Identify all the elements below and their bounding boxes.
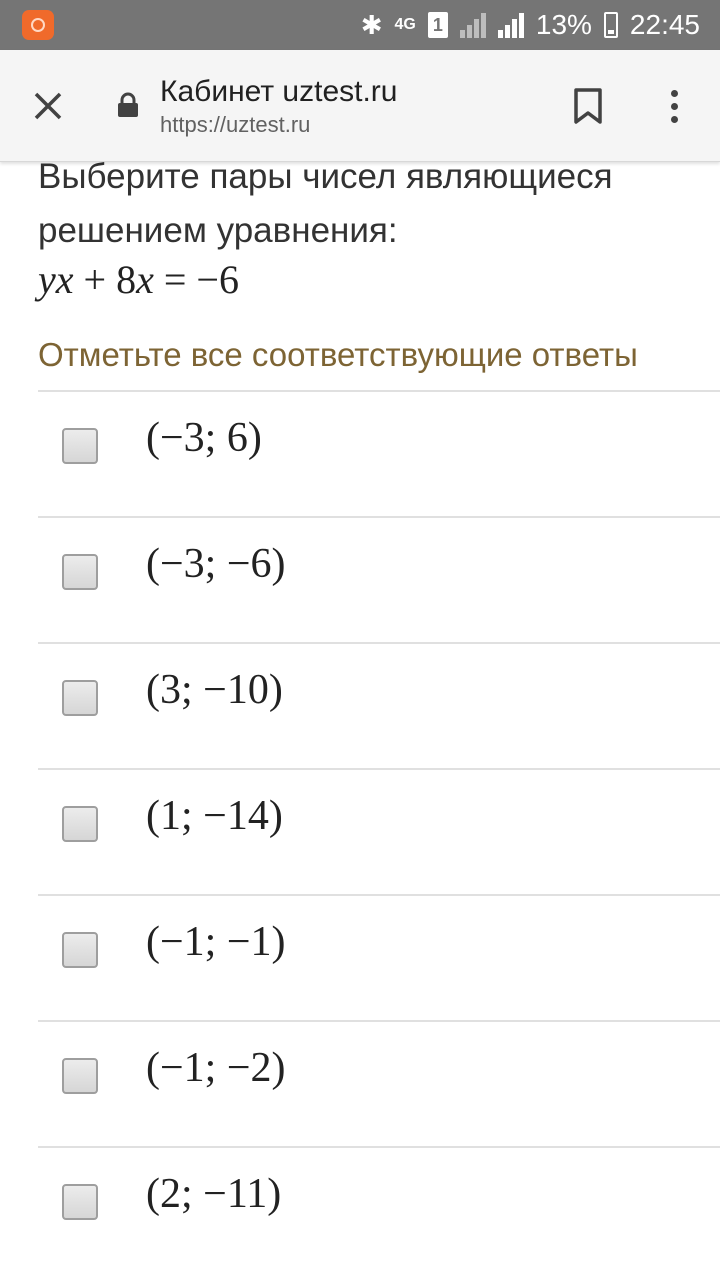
answer-option[interactable]: (−3; 6) xyxy=(38,390,720,516)
checkbox[interactable] xyxy=(62,1184,98,1220)
checkbox[interactable] xyxy=(62,680,98,716)
menu-dot-icon xyxy=(670,89,678,97)
bluetooth-icon: ✱ xyxy=(360,9,383,40)
signal-icon-sim1 xyxy=(459,12,486,38)
battery-icon xyxy=(603,12,618,38)
option-label: (2; −11) xyxy=(146,1171,282,1217)
checkbox[interactable] xyxy=(62,554,98,590)
close-icon xyxy=(34,92,62,120)
browser-toolbar: Кабинет uztest.ru https://uztest.ru xyxy=(0,50,720,162)
checkbox[interactable] xyxy=(62,932,98,968)
battery-percent: 13% xyxy=(535,9,592,40)
page-title: Кабинет uztest.ru xyxy=(160,75,398,108)
bookmark-button[interactable] xyxy=(568,78,608,134)
option-label: (1; −14) xyxy=(146,793,283,839)
sim-icon: 1 xyxy=(427,12,448,38)
title-block[interactable]: Кабинет uztest.ru https://uztest.ru xyxy=(160,74,397,140)
option-label: (3; −10) xyxy=(146,667,283,713)
answer-options: (−3; 6) (−3; −6) (3; −10) (1; −14) (−1; … xyxy=(38,390,720,1272)
overflow-menu-button[interactable] xyxy=(654,78,694,134)
answer-option[interactable]: (−1; −1) xyxy=(38,894,720,1020)
option-label: (−3; −6) xyxy=(146,541,286,587)
menu-dot-icon xyxy=(670,115,678,123)
signal-icon-sim2 xyxy=(497,12,524,38)
bookmark-icon xyxy=(574,88,602,124)
page-content: Выберите пары чисел являющиеся решением … xyxy=(0,140,720,1280)
app-notification-icon xyxy=(22,10,54,40)
checkbox[interactable] xyxy=(62,1058,98,1094)
close-button[interactable] xyxy=(20,78,76,134)
menu-dot-icon xyxy=(670,102,678,110)
network-type: 4G xyxy=(394,16,416,33)
clock: 22:45 xyxy=(629,9,700,40)
answer-option[interactable]: (1; −14) xyxy=(38,768,720,894)
checkbox[interactable] xyxy=(62,806,98,842)
answer-option[interactable]: (−3; −6) xyxy=(38,516,720,642)
status-icons: ✱ 4G 1 13% 22:45 xyxy=(361,0,700,50)
answer-option[interactable]: (2; −11) xyxy=(38,1146,720,1272)
checkbox[interactable] xyxy=(62,428,98,464)
answer-option[interactable]: (3; −10) xyxy=(38,642,720,768)
lock-icon xyxy=(118,92,138,117)
instruction-text: Отметьте все соответствующие ответы xyxy=(38,336,638,373)
option-label: (−1; −1) xyxy=(146,919,286,965)
equation: yx + 8x = −6 xyxy=(38,257,239,302)
option-label: (−3; 6) xyxy=(146,415,262,461)
answer-option[interactable]: (−1; −2) xyxy=(38,1020,720,1146)
option-label: (−1; −2) xyxy=(146,1045,286,1091)
question-text: Выберите пары чисел являющиеся решением … xyxy=(38,157,613,250)
page-url: https://uztest.ru xyxy=(160,112,311,137)
status-bar: ✱ 4G 1 13% 22:45 xyxy=(0,0,720,50)
